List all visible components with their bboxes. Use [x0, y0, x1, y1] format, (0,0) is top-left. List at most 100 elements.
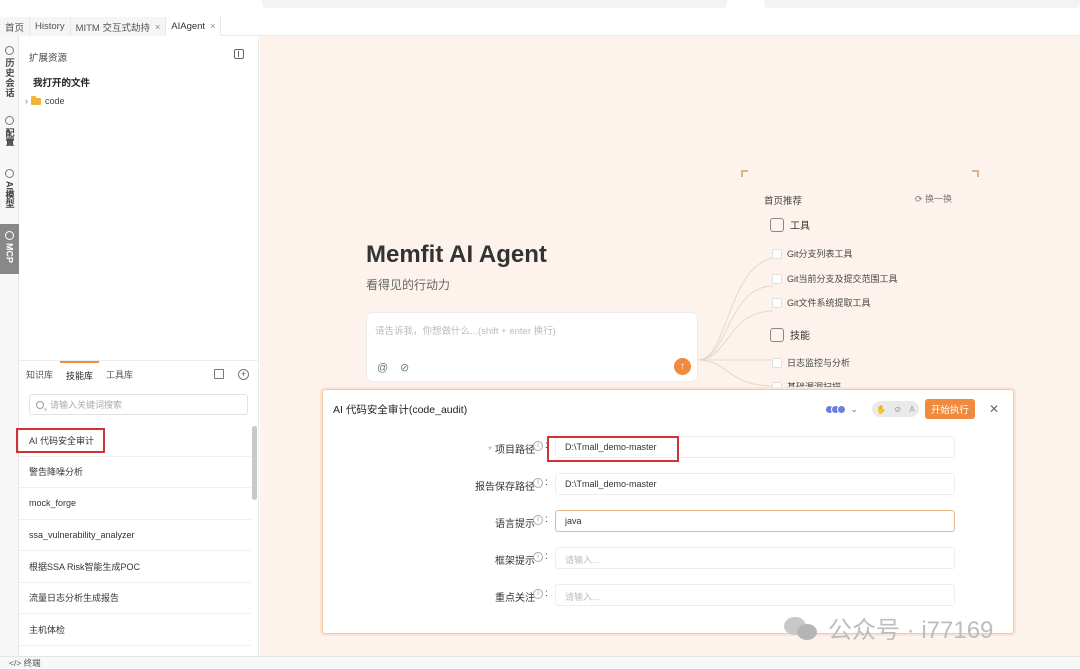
field-colon: :	[545, 551, 548, 562]
field-colon: :	[545, 588, 548, 599]
top-bar: 首页 History MITM 交互式劫持 × AIAgent ×	[0, 0, 1080, 36]
rail-history[interactable]: 历史会话	[0, 44, 19, 104]
close-icon[interactable]: ✕	[989, 402, 999, 416]
model-selector[interactable]: ⌄	[825, 404, 858, 415]
field-label-text: 项目路径	[495, 445, 535, 456]
field-label-text: 框架提示	[495, 556, 535, 567]
model-icon	[5, 169, 14, 178]
dialog-title: AI 代码安全审计(code_audit)	[333, 404, 468, 416]
tab-item[interactable]: AIAgent ×	[166, 17, 222, 36]
tab-tools[interactable]: 工具库	[100, 361, 139, 388]
top-search-box[interactable]	[262, 0, 727, 8]
sidebar-title: 扩展资源	[29, 53, 68, 64]
recommend-skill-label: 日志监控与分析	[787, 358, 851, 368]
skill-list-item[interactable]: 警告降噪分析	[19, 457, 251, 488]
watermark: 公众号 · i77169	[784, 610, 993, 645]
watermark-text: 公众号 · i77169	[828, 617, 994, 644]
send-button[interactable]: ↑	[674, 358, 691, 375]
recommend-tool-item[interactable]: Git当前分支及提交范围工具	[772, 272, 898, 285]
edit-icon[interactable]	[214, 369, 224, 379]
field-input[interactable]: java	[555, 510, 955, 532]
folder-item-code[interactable]: › code	[25, 95, 65, 106]
rail-config[interactable]: 配置	[0, 116, 19, 158]
tab-item[interactable]: History	[30, 17, 71, 36]
skill-list: AI 代码安全审计 警告降噪分析 mock_forge ssa_vulnerabili…	[19, 425, 251, 646]
tab-skills[interactable]: 技能库	[60, 360, 100, 388]
field-label: 框架提示	[495, 552, 535, 567]
rail-model[interactable]: AI模型	[0, 169, 19, 219]
highlight-box	[547, 436, 679, 462]
form-row: 报告保存路径 i: D:\Tmall_demo-master	[323, 473, 1015, 497]
close-icon[interactable]: ×	[210, 21, 215, 31]
field-colon: :	[545, 477, 548, 488]
at-mention-icon[interactable]: @	[377, 362, 388, 374]
close-icon[interactable]: ×	[155, 22, 160, 32]
open-files-title: 我打开的文件	[33, 78, 91, 89]
recommend-skills-category: 技能	[770, 327, 810, 342]
info-icon[interactable]: i	[533, 441, 543, 451]
connector-lines	[698, 257, 774, 387]
skill-list-item[interactable]: 流量日志分析生成报告	[19, 583, 251, 614]
recommend-tool-label: Git当前分支及提交范围工具	[787, 274, 898, 284]
field-colon: :	[545, 514, 548, 525]
robot-icon	[770, 327, 784, 342]
recommend-tool-item[interactable]: Git分支列表工具	[772, 247, 853, 260]
rail-mcp[interactable]: MCP	[0, 224, 19, 274]
tab-label: 首页	[5, 22, 25, 34]
field-input[interactable]: 请输入...	[555, 547, 955, 569]
form-row: 语言提示 i: java	[323, 510, 1015, 534]
recommend-tool-item[interactable]: Git文件系统提取工具	[772, 296, 871, 309]
start-run-button[interactable]: 开始执行	[924, 399, 975, 419]
tools-icon	[770, 217, 784, 232]
skill-search-input[interactable]: 请输入关键词搜索	[29, 394, 248, 415]
refresh-button[interactable]: ⟳ 换一换	[915, 192, 952, 205]
hand-icon: ✋	[876, 404, 887, 414]
add-icon[interactable]: +	[238, 369, 249, 380]
skill-list-item[interactable]: 主机体检	[19, 614, 251, 646]
kb-tabs: 知识库 技能库 工具库 +	[19, 360, 259, 387]
slash-icon: ⊘	[894, 404, 902, 414]
ai-icon: A	[909, 404, 915, 414]
skill-list-item[interactable]: 根据SSA Risk智能生成POC	[19, 551, 251, 583]
field-label-text: 重点关注	[495, 593, 535, 604]
field-label-text: 报告保存路径	[475, 482, 535, 493]
info-icon[interactable]: i	[533, 589, 543, 599]
recommend-tool-label: Git分支列表工具	[787, 249, 853, 259]
chevron-right-icon: ›	[25, 96, 28, 106]
chat-input[interactable]: 请告诉我，你想做什么...(shift + enter 换行) @ ⊘ ↑	[366, 312, 698, 382]
tab-item[interactable]: 首页	[0, 17, 31, 36]
top-right-box[interactable]	[764, 0, 1080, 8]
tab-label: AIAgent	[171, 20, 206, 32]
frame-corner	[972, 170, 979, 177]
info-icon[interactable]: i	[533, 552, 543, 562]
rail-model-label: AI模型	[4, 181, 15, 208]
tools-label: 工具	[790, 221, 810, 232]
highlight-box	[16, 428, 105, 453]
recommend-title: 首页推荐	[764, 196, 803, 207]
terminal-label[interactable]: 终端	[24, 658, 41, 668]
wechat-icon	[784, 615, 818, 641]
field-input[interactable]: D:\Tmall_demo-master	[555, 473, 955, 495]
skill-list-item[interactable]: ssa_vulnerability_analyzer	[19, 520, 251, 551]
info-icon[interactable]: i	[533, 515, 543, 525]
refresh-label: 换一换	[925, 194, 953, 204]
collapse-sidebar-icon[interactable]	[234, 49, 244, 59]
recommend-skill-item[interactable]: 日志监控与分析	[772, 356, 850, 369]
rail-mcp-label: MCP	[4, 243, 15, 263]
form-row: 重点关注 i: 请输入...	[323, 584, 1015, 608]
tab-label: MITM 交互式劫持	[75, 22, 150, 34]
mode-toggle[interactable]: ✋ ⊘ A	[871, 401, 919, 417]
attach-icon[interactable]: ⊘	[400, 361, 409, 374]
tab-label: History	[35, 21, 65, 32]
field-input[interactable]: 请输入...	[555, 584, 955, 606]
field-label: 报告保存路径	[475, 478, 535, 493]
item-icon	[772, 297, 782, 308]
tab-knowledge[interactable]: 知识库	[20, 361, 59, 388]
mcp-icon	[5, 231, 14, 240]
skill-list-item[interactable]: mock_forge	[19, 488, 251, 520]
item-icon	[772, 357, 782, 368]
info-icon[interactable]: i	[533, 478, 543, 488]
tab-item[interactable]: MITM 交互式劫持 ×	[70, 17, 167, 36]
scrollbar-thumb[interactable]	[252, 426, 257, 500]
chat-placeholder: 请告诉我，你想做什么...(shift + enter 换行)	[375, 326, 556, 337]
